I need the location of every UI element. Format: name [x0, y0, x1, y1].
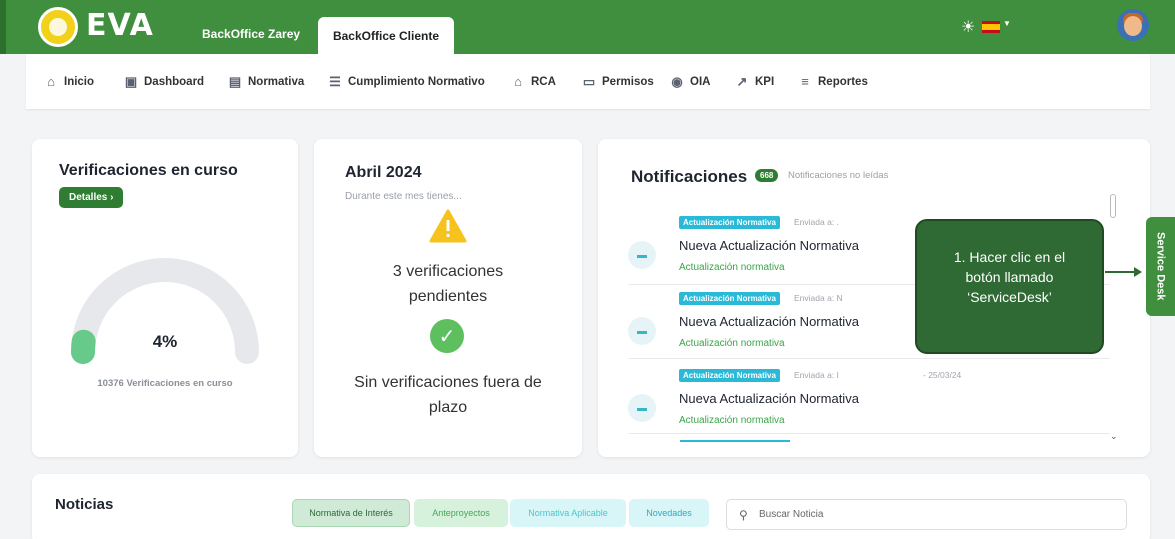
instruction-callout: 1. Hacer clic en el botón llamado ‘Servi…: [915, 219, 1104, 354]
building-icon: ⌂: [514, 74, 522, 89]
nav-normativa[interactable]: ▤ Normativa: [228, 74, 304, 90]
filter-normativa-interes[interactable]: Normativa de Interés: [292, 499, 410, 527]
chevron-down-icon[interactable]: ⌄: [1110, 431, 1118, 442]
notification-tag: Actualización Normativa: [679, 292, 780, 305]
gauge-percent: 4%: [152, 332, 178, 351]
tab-backoffice-zarey[interactable]: BackOffice Zarey: [202, 27, 300, 41]
notification-tag-partial: [680, 440, 790, 442]
notification-subtitle: Actualización normativa: [679, 338, 785, 349]
notifications-title: Notificaciones: [631, 167, 748, 186]
brand-name: EVA: [86, 8, 154, 43]
gauge-caption: 10376 Verificaciones en curso: [97, 378, 233, 389]
notification-recipient: Enviada a: .: [794, 217, 839, 227]
unread-count-label: Notificaciones no leídas: [788, 170, 889, 181]
notification-recipient: Enviada a: I: [794, 370, 839, 380]
message-icon: ▬: [628, 241, 656, 269]
tab-backoffice-cliente[interactable]: BackOffice Cliente: [318, 17, 454, 54]
checklist-icon: ☰: [329, 74, 341, 89]
message-icon: ▬: [628, 317, 656, 345]
notification-recipient: Enviada a: N: [794, 293, 843, 303]
nav-cumplimiento-normativo[interactable]: ☰ Cumplimiento Normativo: [328, 74, 485, 90]
top-bar: EVA BackOffice Zarey BackOffice Cliente …: [0, 0, 1175, 54]
filter-novedades[interactable]: Novedades: [629, 499, 709, 527]
main-navigation: ⌂ Inicio ▣ Dashboard ▤ Normativa ☰ Cumplimie…: [26, 54, 1150, 109]
no-late-verifications: Sin verificaciones fuera de plazo: [354, 374, 542, 416]
clipboard-check-icon: ▤: [228, 74, 242, 89]
detalles-button[interactable]: Detalles ›: [59, 187, 124, 208]
scrollbar[interactable]: [1110, 194, 1116, 218]
nav-permisos[interactable]: ▭ Permisos: [582, 74, 654, 90]
nav-kpi[interactable]: ↗ KPI: [735, 74, 775, 90]
filter-anteproyectos[interactable]: Anteproyectos: [414, 499, 508, 527]
service-desk-button[interactable]: Service Desk: [1146, 217, 1175, 316]
sun-icon[interactable]: ☀: [961, 17, 975, 37]
dashboard-icon: ▣: [124, 74, 138, 89]
news-search-input[interactable]: ⚲ Buscar Noticia: [726, 499, 1127, 530]
month-title: Abril 2024: [345, 164, 422, 181]
list-icon: ≡: [801, 74, 809, 89]
nav-dashboard[interactable]: ▣ Dashboard: [124, 74, 204, 90]
notification-subtitle: Actualización normativa: [679, 262, 785, 273]
notification-title: Nueva Actualización Normativa: [679, 314, 859, 329]
notification-title: Nueva Actualización Normativa: [679, 238, 859, 253]
search-placeholder: Buscar Noticia: [759, 509, 824, 520]
divider: [628, 433, 1110, 434]
warning-icon: [429, 209, 467, 243]
nav-oia[interactable]: ◉ OIA: [670, 74, 710, 90]
notification-subtitle: Actualización normativa: [679, 415, 785, 426]
divider: [628, 358, 1110, 359]
arrow-right-icon: [1134, 267, 1142, 277]
month-summary-card: Abril 2024 Durante este mes tienes... 3 …: [314, 139, 582, 457]
month-subtitle: Durante este mes tienes...: [345, 191, 462, 202]
verificaciones-title: Verificaciones en curso: [59, 162, 238, 179]
map-pin-icon: ◉: [671, 74, 683, 89]
nav-rca[interactable]: ⌂ RCA: [511, 74, 556, 89]
verificaciones-card: Verificaciones en curso Detalles › 4% 10…: [32, 139, 298, 457]
notification-tag: Actualización Normativa: [679, 216, 780, 229]
chevron-right-icon: ›: [110, 192, 114, 203]
eva-logo: [38, 7, 78, 47]
avatar[interactable]: [1117, 9, 1149, 41]
spain-flag-icon[interactable]: [982, 21, 1000, 33]
check-circle-icon: ✓: [430, 319, 464, 353]
notification-date: - 25/03/24: [923, 370, 962, 380]
search-icon: ⚲: [739, 508, 748, 522]
chevron-down-icon[interactable]: ▼: [1003, 19, 1011, 28]
notification-tag: Actualización Normativa: [679, 369, 780, 382]
pending-verifications: 3 verificaciones pendientes: [392, 263, 504, 305]
notification-title: Nueva Actualización Normativa: [679, 391, 859, 406]
document-icon: ▭: [582, 74, 596, 89]
news-title: Noticias: [55, 496, 114, 513]
chart-line-icon: ↗: [736, 74, 748, 89]
nav-reportes[interactable]: ≡ Reportes: [798, 74, 868, 89]
message-icon: ▬: [628, 394, 656, 422]
home-icon: ⌂: [47, 74, 55, 89]
nav-inicio[interactable]: ⌂ Inicio: [44, 74, 94, 89]
unread-count-badge: 668: [755, 169, 779, 182]
news-card: Noticias Normativa de Interés Anteproyec…: [32, 474, 1150, 539]
filter-normativa-aplicable[interactable]: Normativa Aplicable: [510, 499, 626, 527]
notification-item[interactable]: ▬ Actualización Normativa Enviada a: I -…: [628, 369, 1110, 441]
